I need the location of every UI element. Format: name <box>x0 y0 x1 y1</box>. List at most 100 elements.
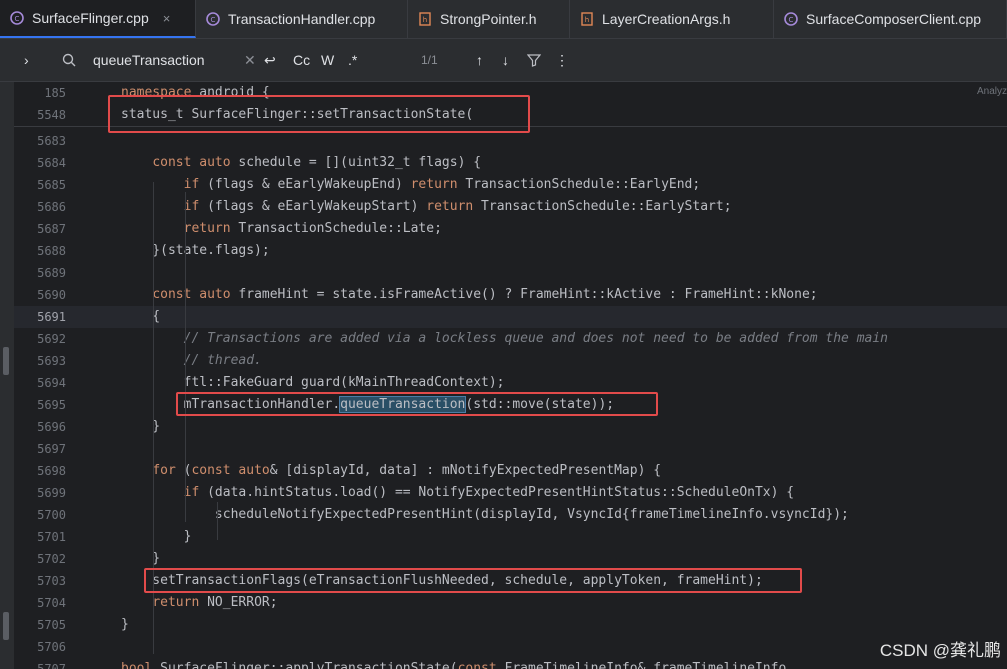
code-line[interactable]: 5705} <box>14 614 1007 636</box>
code-text: if (data.hintStatus.load() == NotifyExpe… <box>183 485 795 500</box>
search-input[interactable]: queueTransaction <box>93 39 205 81</box>
analyze-label: Analyz <box>976 86 1007 97</box>
line-number[interactable]: 5689 <box>14 262 66 284</box>
regex-toggle[interactable]: .* <box>348 39 357 81</box>
match-count: 1/1 <box>421 53 438 67</box>
code-line[interactable]: 5706 <box>14 636 1007 658</box>
svg-text:C: C <box>15 15 20 23</box>
indent-guide <box>217 502 218 540</box>
code-line[interactable]: 5694 ftl::FakeGuard guard(kMainThreadCon… <box>14 372 1007 394</box>
line-number[interactable]: 5693 <box>14 350 66 372</box>
code-text: if (flags & eEarlyWakeupEnd) return Tran… <box>183 177 701 192</box>
code-text: const auto frameHint = state.isFrameActi… <box>152 287 818 302</box>
line-number[interactable]: 5690 <box>14 284 66 306</box>
code-line[interactable]: 5684 const auto schedule = [](uint32_t f… <box>14 152 1007 174</box>
line-number[interactable]: 5698 <box>14 460 66 482</box>
tab-layercreationargs-h[interactable]: h LayerCreationArgs.h <box>570 0 774 38</box>
code-text: scheduleNotifyExpectedPresentHint(displa… <box>121 507 849 522</box>
line-number[interactable]: 5686 <box>14 196 66 218</box>
line-number[interactable]: 5683 <box>14 130 66 152</box>
line-number[interactable]: 5699 <box>14 482 66 504</box>
code-line[interactable]: 5699 if (data.hintStatus.load() == Notif… <box>14 482 1007 504</box>
indent-guide <box>185 487 186 522</box>
code-text: bool SurfaceFlinger::applyTransactionSta… <box>121 661 795 669</box>
previous-match-icon[interactable]: ↑ <box>476 39 483 81</box>
code-text: return TransactionSchedule::Late; <box>183 221 442 236</box>
code-text: ftl::FakeGuard guard(kMainThreadContext)… <box>121 375 505 390</box>
line-number[interactable]: 5703 <box>14 570 66 592</box>
tab-surfacecomposerclient-cpp[interactable]: C SurfaceComposerClient.cpp <box>774 0 1007 38</box>
line-number[interactable]: 5701 <box>14 526 66 548</box>
watermark: CSDN @龚礼鹏 <box>879 641 1001 660</box>
code-line[interactable]: 5696 } <box>14 416 1007 438</box>
code-text: }(state.flags); <box>121 243 270 258</box>
line-number[interactable]: 5548 <box>14 104 66 126</box>
code-line[interactable]: 5690 const auto frameHint = state.isFram… <box>14 284 1007 306</box>
tab-surfaceflinger-cpp[interactable]: C SurfaceFlinger.cpp × <box>0 0 196 38</box>
code-line[interactable]: 5683 <box>14 130 1007 152</box>
line-number[interactable]: 5694 <box>14 372 66 394</box>
tab-label: StrongPointer.h <box>440 11 537 27</box>
line-number[interactable]: 5707 <box>14 658 66 669</box>
code-text: { <box>121 309 161 324</box>
svg-text:h: h <box>423 16 427 24</box>
code-line[interactable]: 5701 } <box>14 526 1007 548</box>
code-text: const auto schedule = [](uint32_t flags)… <box>152 155 482 170</box>
svg-text:C: C <box>789 16 794 24</box>
line-number[interactable]: 5704 <box>14 592 66 614</box>
code-line[interactable]: 5687 return TransactionSchedule::Late; <box>14 218 1007 240</box>
close-tab-icon[interactable]: × <box>163 11 171 26</box>
line-number[interactable]: 5702 <box>14 548 66 570</box>
code-line[interactable]: 5700 scheduleNotifyExpectedPresentHint(d… <box>14 504 1007 526</box>
code-line[interactable]: 5692 // Transactions are added via a loc… <box>14 328 1007 350</box>
line-number[interactable]: 5691 <box>14 306 66 328</box>
line-number[interactable]: 5684 <box>14 152 66 174</box>
new-line-icon[interactable]: ↩ <box>264 39 276 81</box>
line-number[interactable]: 5688 <box>14 240 66 262</box>
code-line[interactable]: 5689 <box>14 262 1007 284</box>
line-number[interactable]: 5685 <box>14 174 66 196</box>
header-file-icon: h <box>580 12 594 26</box>
search-history-icon[interactable] <box>62 39 78 81</box>
line-number[interactable]: 5695 <box>14 394 66 416</box>
code-line[interactable]: 5702 } <box>14 548 1007 570</box>
svg-text:h: h <box>585 16 589 24</box>
next-match-icon[interactable]: ↓ <box>502 39 509 81</box>
code-text: return NO_ERROR; <box>152 595 278 610</box>
code-line[interactable]: 5686 if (flags & eEarlyWakeupStart) retu… <box>14 196 1007 218</box>
tab-label: TransactionHandler.cpp <box>228 11 376 27</box>
filter-icon[interactable] <box>527 39 541 81</box>
code-text: if (flags & eEarlyWakeupStart) return Tr… <box>183 199 732 214</box>
line-number[interactable]: 5706 <box>14 636 66 658</box>
whole-words-toggle[interactable]: W <box>321 39 334 81</box>
code-line[interactable]: 5688 }(state.flags); <box>14 240 1007 262</box>
more-options-icon[interactable]: ⋮ <box>555 39 569 81</box>
tab-label: SurfaceFlinger.cpp <box>32 10 149 26</box>
expand-replace-icon[interactable]: › <box>24 39 29 81</box>
line-number[interactable]: 185 <box>14 82 66 104</box>
code-text: } <box>121 551 161 566</box>
code-text: } <box>121 419 161 434</box>
annotation-box-queuetransaction <box>176 392 658 416</box>
match-case-toggle[interactable]: Cc <box>293 39 310 81</box>
code-line[interactable]: 5707 bool SurfaceFlinger::applyTransactio… <box>14 658 1007 669</box>
code-line[interactable]: 5697 <box>14 438 1007 460</box>
cpp-file-icon: C <box>10 11 24 25</box>
line-number[interactable]: 5687 <box>14 218 66 240</box>
line-number[interactable]: 5692 <box>14 328 66 350</box>
tab-transactionhandler-cpp[interactable]: C TransactionHandler.cpp <box>196 0 408 38</box>
code-line[interactable]: 5685 if (flags & eEarlyWakeupEnd) return… <box>14 174 1007 196</box>
line-number[interactable]: 5696 <box>14 416 66 438</box>
indent-guide <box>185 192 186 512</box>
header-file-icon: h <box>418 12 432 26</box>
code-line[interactable]: 5693 // thread. <box>14 350 1007 372</box>
line-number[interactable]: 5705 <box>14 614 66 636</box>
line-number[interactable]: 5697 <box>14 438 66 460</box>
code-line[interactable]: 5698 for (const auto& [displayId, data] … <box>14 460 1007 482</box>
line-number[interactable]: 5700 <box>14 504 66 526</box>
tab-strongpointer-h[interactable]: h StrongPointer.h <box>408 0 570 38</box>
clear-search-icon[interactable]: ✕ <box>244 39 256 81</box>
code-line[interactable]: 5691 { <box>14 306 1007 328</box>
svg-text:C: C <box>211 16 216 24</box>
code-line[interactable]: 5704 return NO_ERROR; <box>14 592 1007 614</box>
